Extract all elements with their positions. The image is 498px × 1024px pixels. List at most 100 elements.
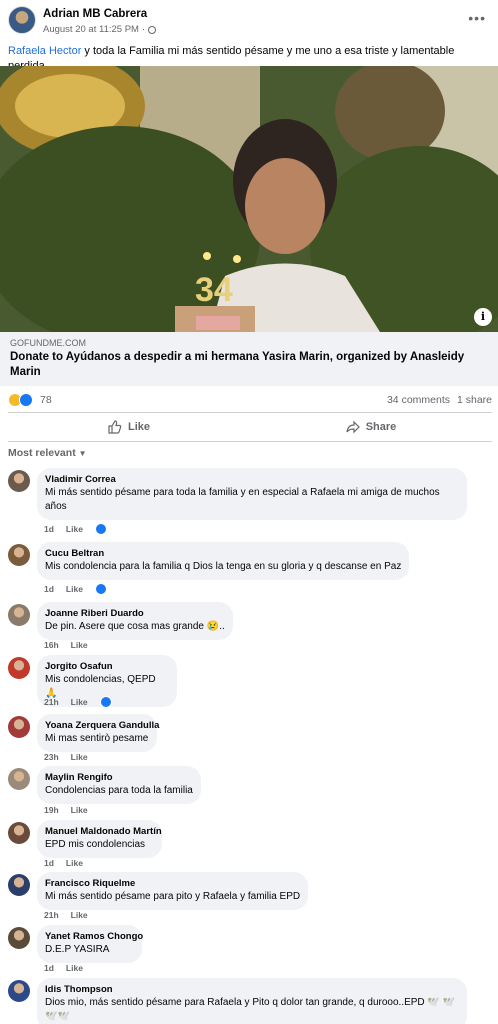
shares-count[interactable]: 1 share xyxy=(457,394,492,406)
comment-meta: 1d Like xyxy=(44,858,83,868)
link-title[interactable]: Donate to Ayúdanos a despedir a mi herma… xyxy=(10,350,488,380)
comment-text: Condolencias para toda la familia xyxy=(45,785,193,796)
commenter-avatar[interactable] xyxy=(8,768,30,790)
reaction-icons[interactable] xyxy=(8,393,33,407)
svg-text:34: 34 xyxy=(195,271,233,309)
author-name[interactable]: Adrian MB Cabrera xyxy=(43,8,147,20)
like-label: Like xyxy=(127,421,150,433)
comment-bubble: Yanet Ramos Chongo D.E.P YASIRA xyxy=(37,925,143,963)
comment-time[interactable]: 23h xyxy=(44,752,59,762)
comment-text: De pin. Asere que cosa mas grande 😢.. xyxy=(45,621,225,632)
comment-bubble: Francisco Riquelme Mi más sentido pésame … xyxy=(37,872,309,910)
link-domain: GOFUNDME.COM xyxy=(10,338,86,348)
comment-sort-dropdown[interactable]: Most relevant ▼ xyxy=(8,447,87,459)
comment-meta: 21h Like xyxy=(44,696,112,708)
like-reaction-icon[interactable] xyxy=(99,696,112,708)
comment-time[interactable]: 1d xyxy=(44,524,54,534)
comment-like-button[interactable]: Like xyxy=(71,805,88,815)
photo-illustration: 34 xyxy=(0,66,498,332)
share-label: Share xyxy=(365,421,397,433)
comment-like-button[interactable]: Like xyxy=(66,963,83,973)
comment-meta: 1d Like xyxy=(44,523,107,535)
comment-like-button[interactable]: Like xyxy=(66,858,83,868)
like-reaction-icon[interactable] xyxy=(94,583,107,595)
commenter-name[interactable]: Cucu Beltran xyxy=(45,547,401,560)
commenter-name[interactable]: Vladimir Correa xyxy=(45,473,459,486)
commenter-avatar[interactable] xyxy=(8,657,30,679)
comment-bubble: Maylin Rengifo Condolencias para toda la … xyxy=(37,766,201,804)
comment-like-button[interactable]: Like xyxy=(71,752,88,762)
comment-like-button[interactable]: Like xyxy=(71,697,88,707)
commenter-avatar[interactable] xyxy=(8,470,30,492)
comments-count[interactable]: 34 comments xyxy=(387,394,450,406)
commenter-avatar[interactable] xyxy=(8,927,30,949)
comment-bubble: Yoana Zerquera Gandulla Mi mas sentirò pe… xyxy=(37,714,159,752)
more-options-icon[interactable]: ••• xyxy=(468,10,486,26)
commenter-name[interactable]: Jorgito Osafun xyxy=(45,660,169,673)
comment-meta: 21h Like xyxy=(44,910,88,920)
globe-icon xyxy=(148,25,157,34)
comment-time[interactable]: 21h xyxy=(44,697,59,707)
post-header: Adrian MB Cabrera August 20 at 11:25 PM … xyxy=(0,0,498,40)
commenter-name[interactable]: Manuel Maldonado Martín xyxy=(45,825,162,838)
comment-text: Mi más sentido pésame para pito y Rafael… xyxy=(45,891,301,902)
comment-time[interactable]: 1d xyxy=(44,963,54,973)
comment-text: Dios mio, más sentido pésame para Rafael… xyxy=(45,997,456,1022)
commenter-avatar[interactable] xyxy=(8,716,30,738)
comment-meta: 23h Like xyxy=(44,752,88,762)
comment-time[interactable]: 1d xyxy=(44,858,54,868)
commenter-name[interactable]: Idis Thompson xyxy=(45,983,459,996)
comment-like-button[interactable]: Like xyxy=(66,524,83,534)
info-icon[interactable]: i xyxy=(474,308,492,326)
comment-text: EPD mis condolencias xyxy=(45,839,146,850)
comment-like-button[interactable]: Like xyxy=(71,910,88,920)
commenter-avatar[interactable] xyxy=(8,874,30,896)
comment-meta: 1d Like xyxy=(44,583,107,595)
comment-bubble: Manuel Maldonado Martín EPD mis condolenc… xyxy=(37,820,162,858)
thumbs-up-icon xyxy=(108,420,122,434)
comment-text: Mis condolencia para la familia q Dios l… xyxy=(45,561,402,572)
commenter-avatar[interactable] xyxy=(8,822,30,844)
link-preview-box[interactable]: GOFUNDME.COM Donate to Ayúdanos a desped… xyxy=(0,332,498,386)
comment-text: D.E.P YASIRA xyxy=(45,944,110,955)
commenter-avatar[interactable] xyxy=(8,980,30,1002)
commenter-name[interactable]: Yoana Zerquera Gandulla xyxy=(45,719,159,732)
mention-link[interactable]: Rafaela Hector xyxy=(8,45,81,57)
comment-like-button[interactable]: Like xyxy=(71,640,88,650)
link-preview-image[interactable]: 34 i xyxy=(0,66,498,332)
comment-time[interactable]: 21h xyxy=(44,910,59,920)
comment-bubble: Idis Thompson Dios mio, más sentido pésam… xyxy=(37,978,467,1024)
like-reaction-icon[interactable] xyxy=(94,523,107,535)
share-icon xyxy=(346,420,360,434)
action-bar: Like Share xyxy=(8,412,492,442)
comment-bubble: Joanne Riberi Duardo De pin. Asere que co… xyxy=(37,602,233,640)
post-stats: 78 34 comments 1 share xyxy=(8,392,492,408)
comment-bubble: Cucu Beltran Mis condolencia para la fami… xyxy=(37,542,410,580)
share-button[interactable]: Share xyxy=(250,413,492,441)
comment-time[interactable]: 1d xyxy=(44,584,54,594)
commenter-name[interactable]: Francisco Riquelme xyxy=(45,877,300,890)
comment-like-button[interactable]: Like xyxy=(66,584,83,594)
chevron-down-icon: ▼ xyxy=(78,449,87,458)
reaction-count[interactable]: 78 xyxy=(40,394,52,406)
commenter-avatar[interactable] xyxy=(8,604,30,626)
comment-meta: 19h Like xyxy=(44,805,88,815)
commenter-name[interactable]: Yanet Ramos Chongo xyxy=(45,930,143,943)
sort-label: Most relevant xyxy=(8,447,76,459)
meta-separator: · xyxy=(141,24,146,35)
comment-meta: 16h Like xyxy=(44,640,88,650)
comment-text: Mi mas sentirò pesame xyxy=(45,733,149,744)
comment-time[interactable]: 16h xyxy=(44,640,59,650)
commenter-name[interactable]: Maylin Rengifo xyxy=(45,771,193,784)
post-date[interactable]: August 20 at 11:25 PM xyxy=(43,24,139,35)
comment-text: Mi más sentido pésame para toda la famil… xyxy=(45,487,440,512)
post-meta: August 20 at 11:25 PM · xyxy=(43,24,157,35)
like-reaction-icon xyxy=(19,393,33,407)
comment-bubble: Vladimir Correa Mi más sentido pésame par… xyxy=(37,468,467,520)
like-button[interactable]: Like xyxy=(8,413,250,441)
comment-time[interactable]: 19h xyxy=(44,805,59,815)
commenter-name[interactable]: Joanne Riberi Duardo xyxy=(45,607,225,620)
commenter-avatar[interactable] xyxy=(8,544,30,566)
comment-meta: 1d Like xyxy=(44,963,83,973)
author-avatar[interactable] xyxy=(8,6,36,34)
